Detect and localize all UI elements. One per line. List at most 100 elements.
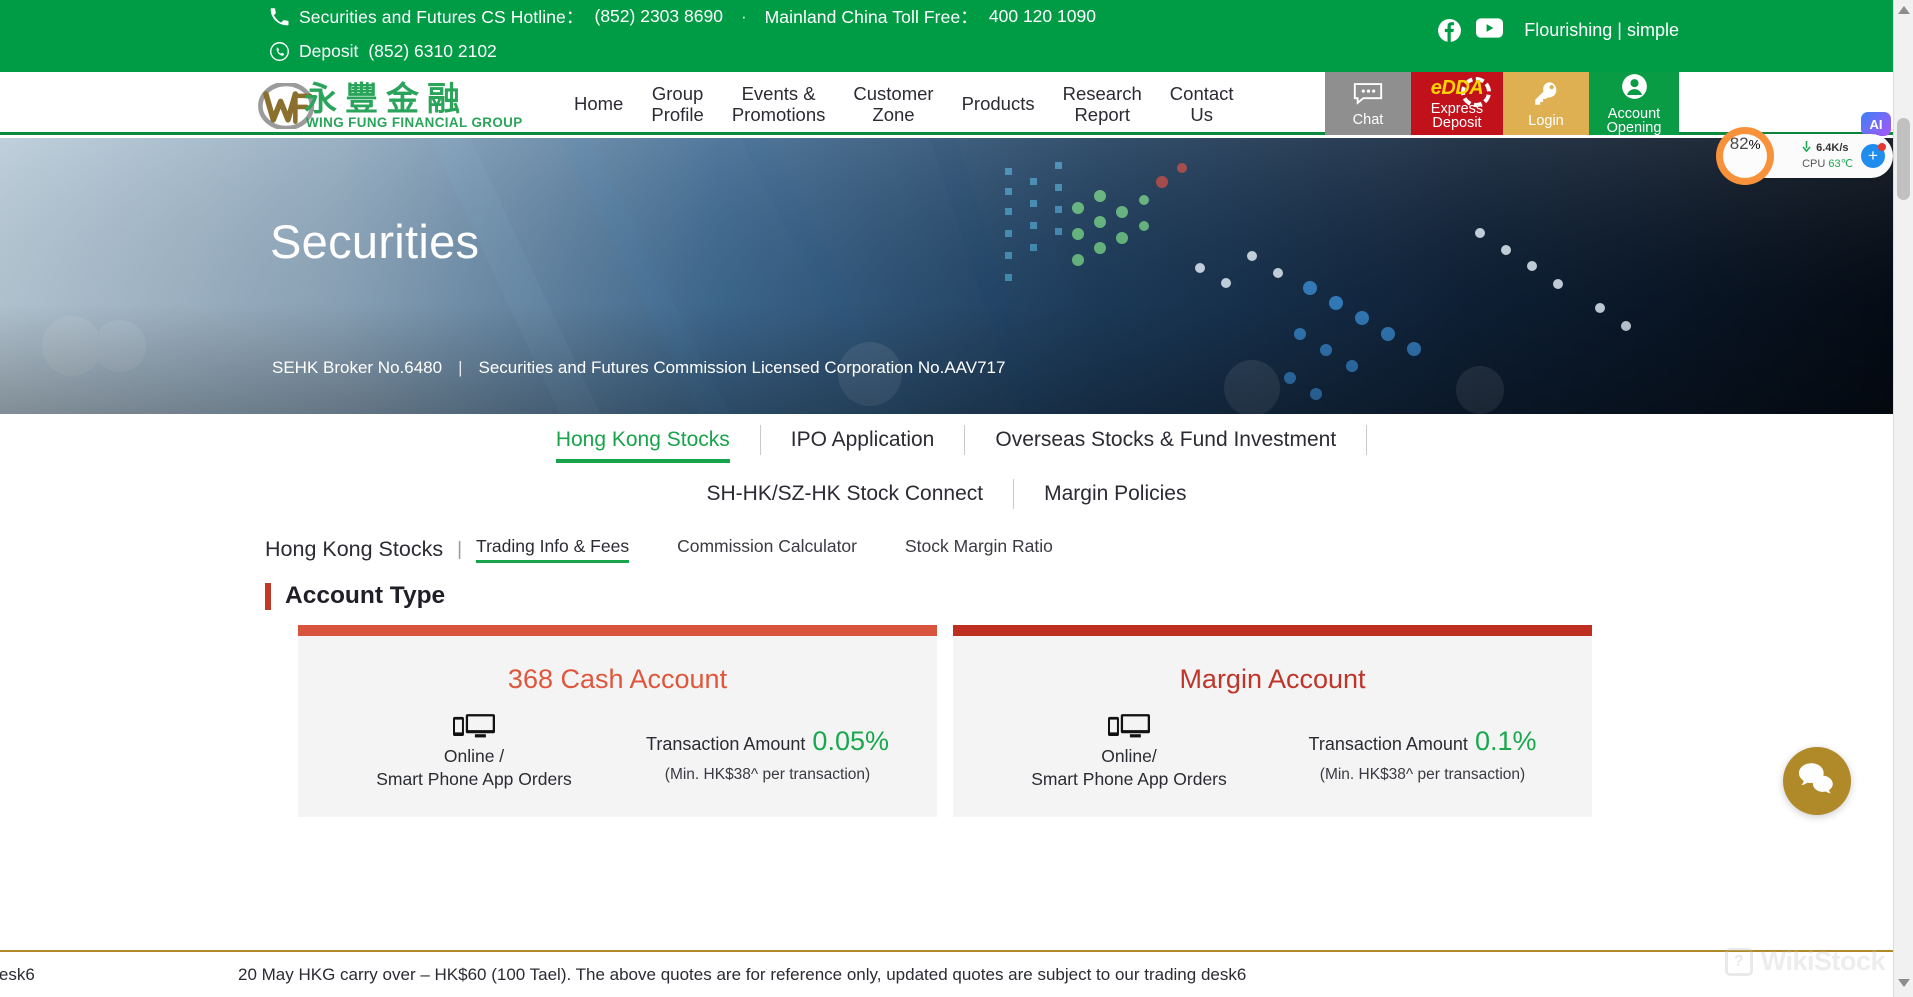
hero-title: Securities [270,215,480,268]
plus-icon[interactable]: + [1861,143,1886,168]
nav-action-buttons: Chat eDDA Express Deposit Login Account … [1325,72,1679,135]
cpu-label: CPU [1802,157,1826,170]
subnav-item-stock-margin-ratio[interactable]: Stock Margin Ratio [905,536,1053,563]
login-button[interactable]: Login [1503,72,1589,135]
card-title: Margin Account [1179,664,1366,694]
performance-monitor-widget[interactable]: 82% 6.4K/s CPU 63℃ + [1716,127,1893,185]
card-accent-top [953,625,1592,636]
nav-link-events-promotions[interactable]: Events & Promotions [718,83,840,125]
card-368-cash-account: 368 Cash Account Online / Smart Phone Ap… [298,625,937,817]
nav-link-research-report[interactable]: Research Report [1049,83,1156,125]
hero-banner: Securities SEHK Broker No.6480 | Securit… [0,138,1893,414]
card-body: Online/ Smart Phone App Orders Transacti… [953,712,1592,817]
nav-link-customer-zone[interactable]: Customer Zone [839,83,947,125]
chat-button-label: Chat [1352,111,1384,128]
slogan-text: Flourishing | simple [1524,20,1679,40]
tab-hong-kong-stocks[interactable]: Hong Kong Stocks [526,420,760,463]
top-utility-bar: Securities and Futures CS Hotline： (852)… [0,0,1893,72]
card-fee-line: Transaction Amount 0.1% [1279,726,1566,757]
edda-brand-text: eDDA [1430,77,1484,99]
hero-separator: | [458,358,463,377]
ai-badge[interactable]: AI [1861,112,1891,136]
performance-stats: 6.4K/s CPU 63℃ [1802,140,1853,172]
page-title: Account Type [285,582,446,609]
sub-navigation: Hong Kong Stocks | Trading Info & Fees C… [265,536,1101,563]
card-fee-label: Transaction Amount [646,734,806,754]
tab-divider [1366,425,1368,455]
express-deposit-button[interactable]: eDDA Express Deposit [1411,72,1503,135]
card-channel: Online/ Smart Phone App Orders [979,712,1279,791]
card-channel: Online / Smart Phone App Orders [324,712,624,791]
tab-overseas-stocks-fund-investment[interactable]: Overseas Stocks & Fund Investment [965,420,1366,460]
main-navigation-bar: 永豐金融 WING FUNG FINANCIAL GROUP Home Grou… [0,72,1893,135]
tab-stock-connect[interactable]: SH-HK/SZ-HK Stock Connect [677,474,1014,514]
card-body: Online / Smart Phone App Orders Transact… [298,712,937,817]
card-channel-label: Online / Smart Phone App Orders [376,746,572,789]
hero-license: Securities and Futures Commission Licens… [478,358,1006,377]
primary-tabs-row2: SH-HK/SZ-HK Stock Connect Margin Policie… [0,474,1893,514]
cpu-usage-ring: 82% [1716,127,1775,185]
section-heading: Account Type [265,582,445,610]
watermark-text: WikiStock [1760,946,1886,976]
user-icon [1621,73,1648,105]
card-fee-note: (Min. HK$38^ per transaction) [664,766,871,783]
facebook-icon[interactable] [1437,18,1462,43]
card-fee: Transaction Amount 0.05% (Min. HK$38^ per… [624,712,911,784]
youtube-icon[interactable] [1476,18,1504,43]
chat-bubble-icon [1352,81,1384,111]
phone-monitor-icon [324,712,624,740]
key-icon [1533,80,1560,112]
card-fee-line: Transaction Amount 0.05% [624,726,911,757]
toll-free-number[interactable]: 400 120 1090 [989,6,1096,27]
subnav-title: Hong Kong Stocks [265,537,444,561]
floating-chat-button[interactable] [1783,747,1851,815]
hotline-label: Securities and Futures CS Hotline： [299,7,584,27]
card-fee: Transaction Amount 0.1% (Min. HK$38^ per … [1279,712,1566,784]
phone-icon [268,6,290,28]
scroll-up-arrow-icon[interactable] [1898,6,1910,14]
card-fee-value: 0.05% [812,726,889,756]
card-accent-top [298,625,937,636]
card-fee-label: Transaction Amount [1308,734,1468,754]
deposit-row: Deposit (852) 6310 2102 [268,40,497,62]
card-fee-value: 0.1% [1474,726,1537,756]
primary-tabs-row1: Hong Kong Stocks IPO Application Oversea… [0,420,1893,463]
cpu-temp-value: 63℃ [1828,157,1853,170]
separator-dot: · [740,6,747,26]
deposit-label: Deposit [299,40,359,61]
ticker-left-text: ing desk6 [0,964,35,984]
account-opening-button[interactable]: Account Opening [1589,72,1679,135]
subnav-pipe: | [457,538,463,560]
whatsapp-icon [268,40,290,62]
nav-links: Home Group Profile Events & Promotions C… [560,72,1248,135]
logo-english-name: WING FUNG FINANCIAL GROUP [306,115,523,130]
toll-free-label: Mainland China Toll Free： [764,7,978,27]
card-fee-note: (Min. HK$38^ per transaction) [1319,766,1526,783]
watermark: ? WikiStock [1724,946,1886,977]
page-root: Securities and Futures CS Hotline： (852)… [0,0,1913,997]
site-logo[interactable]: 永豐金融 WING FUNG FINANCIAL GROUP [258,79,546,130]
nav-link-home[interactable]: Home [560,93,637,114]
page-scrollbar[interactable] [1893,0,1913,997]
subnav-item-commission-calculator[interactable]: Commission Calculator [677,536,857,563]
network-speed-value: 6.4K/s [1816,142,1849,154]
scrollbar-thumb[interactable] [1897,118,1910,200]
section-accent-bar [265,582,271,610]
nav-link-contact-us[interactable]: Contact Us [1156,83,1248,125]
hotline-row: Securities and Futures CS Hotline： (852)… [268,4,1096,29]
tab-margin-policies[interactable]: Margin Policies [1014,474,1216,514]
cpu-usage-suffix: % [1748,137,1761,152]
chat-bubbles-icon [1798,762,1836,800]
cpu-temp-row: CPU 63℃ [1802,157,1853,172]
scroll-down-arrow-icon[interactable] [1898,979,1910,987]
tab-ipo-application[interactable]: IPO Application [761,420,965,460]
hotline-number[interactable]: (852) 2303 8690 [595,6,723,27]
nav-link-products[interactable]: Products [948,93,1049,114]
social-and-slogan: Flourishing | simple [1437,18,1679,43]
deposit-number[interactable]: (852) 6310 2102 [368,41,496,62]
subnav-item-trading-info-fees[interactable]: Trading Info & Fees [476,536,630,563]
nav-link-group-profile[interactable]: Group Profile [637,83,717,125]
login-button-label: Login [1528,112,1564,129]
chat-button[interactable]: Chat [1325,72,1411,135]
logo-chinese-name: 永豐金融 [304,79,468,118]
